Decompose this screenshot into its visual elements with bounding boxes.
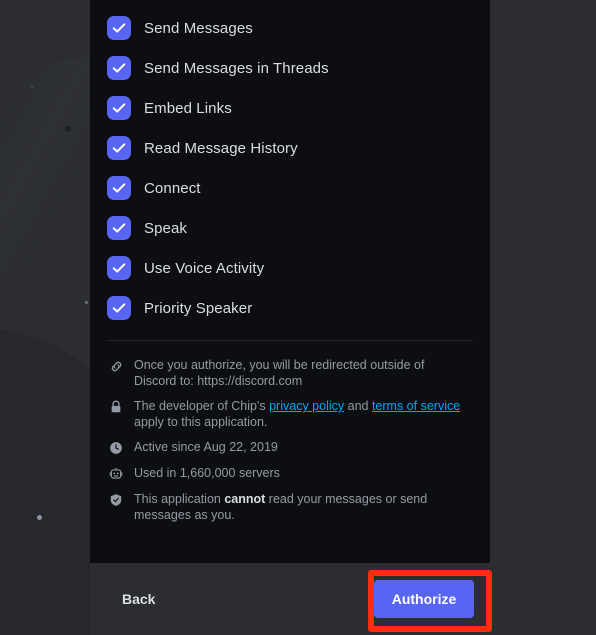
background-decoration-left: [0, 0, 90, 635]
background-dot: [31, 85, 34, 88]
application-info-list: Once you authorize, you will be redirect…: [106, 357, 474, 523]
info-row-active-since: Active since Aug 22, 2019: [108, 439, 474, 456]
permission-label: Priority Speaker: [144, 299, 253, 317]
permission-label: Use Voice Activity: [144, 259, 265, 277]
checkbox-checked-icon[interactable]: [107, 136, 131, 160]
redirect-url-text: https://discord.com: [197, 374, 303, 388]
screen: Send Messages Send Messages in Threads E…: [0, 0, 596, 635]
background-dot: [65, 126, 71, 132]
developer-prefix-text: The developer of Chip's: [134, 399, 270, 413]
checkbox-checked-icon[interactable]: [107, 216, 131, 240]
checkbox-checked-icon[interactable]: [107, 176, 131, 200]
permission-row[interactable]: Priority Speaker: [106, 288, 474, 328]
info-text-redirect: Once you authorize, you will be redirect…: [134, 357, 464, 389]
info-row-policies: The developer of Chip's privacy policy a…: [108, 398, 474, 430]
developer-suffix-text: apply to this application.: [134, 415, 268, 429]
permission-label: Connect: [144, 179, 201, 197]
info-row-server-count: Used in 1,660,000 servers: [108, 465, 474, 482]
modal-body: Send Messages Send Messages in Threads E…: [90, 0, 490, 563]
section-divider: [107, 340, 473, 341]
authorize-button[interactable]: Authorize: [374, 580, 474, 618]
info-text-policies: The developer of Chip's privacy policy a…: [134, 398, 464, 430]
permission-label: Read Message History: [144, 139, 298, 157]
robot-icon: [108, 466, 124, 482]
permission-row[interactable]: Use Voice Activity: [106, 248, 474, 288]
background-dot: [37, 515, 42, 520]
info-row-redirect: Once you authorize, you will be redirect…: [108, 357, 474, 389]
permission-row[interactable]: Send Messages: [106, 8, 474, 48]
permission-label: Send Messages in Threads: [144, 59, 329, 77]
permission-row[interactable]: Speak: [106, 208, 474, 248]
permission-label: Embed Links: [144, 99, 232, 117]
authorize-button-wrapper: Authorize: [374, 580, 474, 618]
clock-icon: [108, 440, 124, 456]
checkbox-checked-icon[interactable]: [107, 256, 131, 280]
checkbox-checked-icon[interactable]: [107, 56, 131, 80]
info-row-privacy-notice: This application cannot read your messag…: [108, 491, 474, 523]
checkbox-checked-icon[interactable]: [107, 296, 131, 320]
cannot-prefix-text: This application: [134, 492, 225, 506]
permission-label: Speak: [144, 219, 188, 237]
info-text-active-since: Active since Aug 22, 2019: [134, 440, 278, 454]
permission-label: Send Messages: [144, 19, 253, 37]
permission-row[interactable]: Send Messages in Threads: [106, 48, 474, 88]
terms-of-service-link[interactable]: terms of service: [372, 399, 460, 413]
permission-row[interactable]: Embed Links: [106, 88, 474, 128]
permission-row[interactable]: Connect: [106, 168, 474, 208]
permissions-list: Send Messages Send Messages in Threads E…: [106, 0, 474, 328]
background-wave-shape: [0, 330, 90, 635]
cannot-emphasis-text: cannot: [224, 492, 266, 506]
lock-icon: [108, 399, 124, 415]
background-dot: [85, 301, 88, 304]
info-text-server-count: Used in 1,660,000 servers: [134, 466, 280, 480]
oauth-authorize-modal: Send Messages Send Messages in Threads E…: [90, 0, 490, 635]
background-decoration-right: [490, 0, 596, 635]
link-icon: [108, 358, 124, 374]
privacy-policy-link[interactable]: privacy policy: [269, 399, 344, 413]
shield-icon: [108, 492, 124, 508]
checkbox-checked-icon[interactable]: [107, 16, 131, 40]
permission-row[interactable]: Read Message History: [106, 128, 474, 168]
back-button[interactable]: Back: [106, 589, 171, 609]
checkbox-checked-icon[interactable]: [107, 96, 131, 120]
developer-mid-text: and: [344, 399, 372, 413]
modal-footer: Back Authorize: [90, 563, 490, 635]
info-text-privacy-notice: This application cannot read your messag…: [134, 491, 464, 523]
background-streak: [0, 51, 90, 319]
